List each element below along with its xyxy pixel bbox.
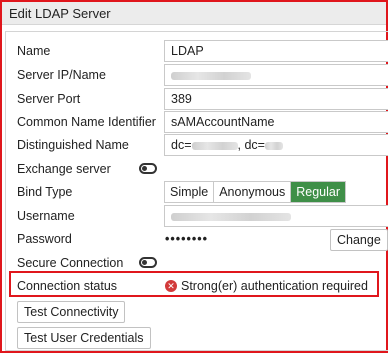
- test-connectivity-button[interactable]: Test Connectivity: [17, 301, 126, 323]
- redacted-value: [171, 71, 251, 80]
- toggle-knob: [142, 260, 147, 265]
- error-circle-icon: ✕: [165, 280, 177, 292]
- connection-status-message: Strong(er) authentication required: [181, 279, 368, 293]
- bind-type-selector: Simple Anonymous Regular: [164, 181, 347, 203]
- server-port-input[interactable]: 389: [164, 88, 388, 110]
- toggle-knob: [142, 166, 147, 171]
- cn-identifier-label: Common Name Identifier: [17, 115, 156, 129]
- bind-type-simple[interactable]: Simple: [165, 182, 215, 202]
- dialog-title: Edit LDAP Server: [2, 2, 386, 25]
- name-input[interactable]: LDAP: [164, 40, 388, 62]
- distinguished-name-input[interactable]: dc= , dc=: [164, 134, 388, 156]
- server-port-label: Server Port: [17, 92, 81, 106]
- redacted-value: [171, 212, 291, 221]
- distinguished-name-label: Distinguished Name: [17, 138, 129, 152]
- change-password-button[interactable]: Change: [330, 229, 388, 251]
- test-user-credentials-button[interactable]: Test User Credentials: [17, 327, 151, 349]
- connection-status-label: Connection status: [17, 279, 118, 293]
- bind-type-regular[interactable]: Regular: [291, 182, 346, 202]
- redacted-value: [264, 141, 283, 150]
- password-label: Password: [17, 232, 72, 246]
- server-ip-input[interactable]: [164, 64, 388, 86]
- cn-identifier-input[interactable]: sAMAccountName: [164, 111, 388, 133]
- dn-middle: , dc=: [237, 138, 265, 152]
- exchange-server-toggle[interactable]: [139, 163, 157, 174]
- username-input[interactable]: [164, 205, 388, 227]
- redacted-value: [191, 141, 238, 150]
- server-ip-label: Server IP/Name: [17, 68, 106, 82]
- name-label: Name: [17, 44, 51, 58]
- password-mask: ••••••••: [165, 232, 209, 246]
- bind-type-label: Bind Type: [17, 185, 73, 199]
- bind-type-anonymous[interactable]: Anonymous: [214, 182, 292, 202]
- exchange-server-label: Exchange server: [17, 162, 111, 176]
- secure-connection-toggle[interactable]: [139, 257, 157, 268]
- username-label: Username: [17, 209, 75, 223]
- dn-prefix: dc=: [171, 138, 192, 152]
